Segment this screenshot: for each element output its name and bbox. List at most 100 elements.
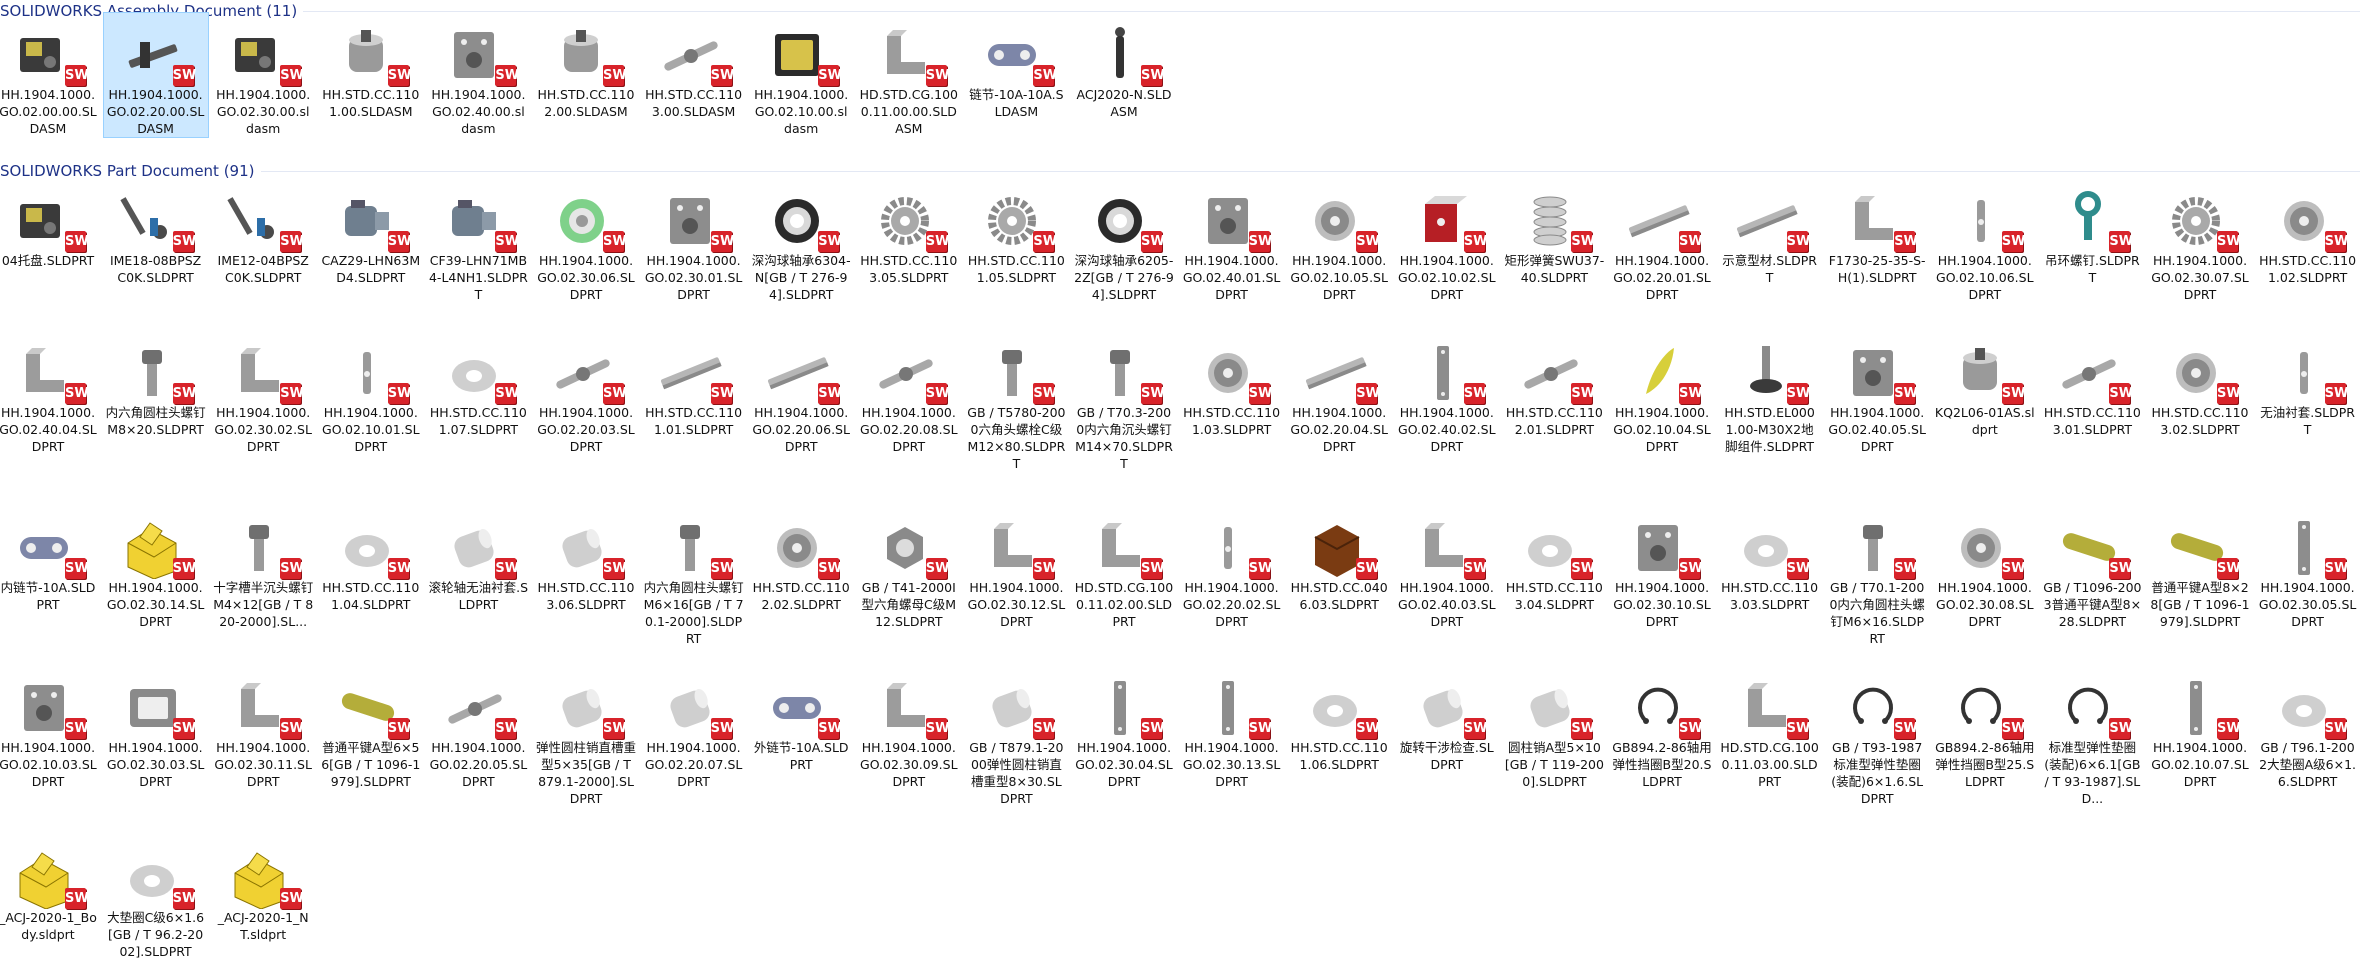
file-item[interactable]: SW 十字槽半沉头螺钉M4×12[GB / T 820-2000].SL... (210, 505, 316, 631)
file-item[interactable]: SW HD.STD.CG.1000.11.00.00.SLDASM (856, 12, 962, 138)
file-item[interactable]: SW HH.1904.1000.GO.02.10.01.SLDPRT (318, 330, 424, 456)
file-item[interactable]: SW 深沟球轴承6304-N[GB / T 276-94].SLDPRT (748, 178, 854, 304)
file-item[interactable]: SW 深沟球轴承6205-2Z[GB / T 276-94].SLDPRT (1071, 178, 1177, 304)
file-item[interactable]: SW GB / T879.1-2000弹性圆柱销直槽重型8×30.SLDPRT (963, 665, 1069, 808)
file-item[interactable]: SW HH.1904.1000.GO.02.40.01.SLDPRT (1179, 178, 1285, 304)
file-item[interactable]: SW HH.1904.1000.GO.02.20.04.SLDPRT (1286, 330, 1392, 456)
file-item[interactable]: SW GB / T1096-2003普通平键A型8×28.SLDPRT (2039, 505, 2145, 631)
file-item[interactable]: SW 内六角圆柱头螺钉M6×16[GB / T 70.1-2000].SLDPRT (641, 505, 747, 648)
file-item[interactable]: SW HH.1904.1000.GO.02.10.04.SLDPRT (1609, 330, 1715, 456)
file-item[interactable]: SW HH.STD.CC.1103.00.SLDASM (641, 12, 747, 121)
file-item[interactable]: SW HH.STD.CC.1101.01.SLDPRT (641, 330, 747, 439)
file-item[interactable]: SW 外链节-10A.SLDPRT (748, 665, 854, 774)
file-item[interactable]: SW GB / T41-2000I型六角螺母C级M12.SLDPRT (856, 505, 962, 631)
file-item[interactable]: SW HH.1904.1000.GO.02.30.11.SLDPRT (210, 665, 316, 791)
file-item[interactable]: SW HH.1904.1000.GO.02.30.13.SLDPRT (1179, 665, 1285, 791)
file-item[interactable]: SW HH.STD.CC.1101.02.SLDPRT (2255, 178, 2361, 287)
file-item[interactable]: SW 普通平键A型6×56[GB / T 1096-1979].SLDPRT (318, 665, 424, 791)
file-item[interactable]: SW 标准型弹性垫圈(装配)6×6.1[GB / T 93-1987].SLD..… (2039, 665, 2145, 808)
file-item[interactable]: SW 矩形弹簧SWU37-40.SLDPRT (1501, 178, 1607, 287)
file-item[interactable]: SW HH.STD.CC.0406.03.SLDPRT (1286, 505, 1392, 614)
file-item[interactable]: SW F1730-25-35-S-H(1).SLDPRT (1824, 178, 1930, 287)
file-item[interactable]: SW HH.STD.CC.1103.05.SLDPRT (856, 178, 962, 287)
file-item[interactable]: SW HH.1904.1000.GO.02.30.06.SLDPRT (533, 178, 639, 304)
file-item[interactable]: SW 圆柱销A型5×10[GB / T 119-2000].SLDPRT (1501, 665, 1607, 791)
file-item[interactable]: SW HH.1904.1000.GO.02.30.09.SLDPRT (856, 665, 962, 791)
file-item[interactable]: SW HH.1904.1000.GO.02.20.00.SLDASM (102, 12, 209, 138)
file-item[interactable]: SW HH.1904.1000.GO.02.40.04.SLDPRT (0, 330, 101, 456)
file-item[interactable]: SW HH.STD.CC.1101.04.SLDPRT (318, 505, 424, 614)
file-item[interactable]: SW HH.1904.1000.GO.02.30.14.SLDPRT (103, 505, 209, 631)
file-item[interactable]: SW HH.1904.1000.GO.02.20.01.SLDPRT (1609, 178, 1715, 304)
file-item[interactable]: SW HH.STD.CC.1103.06.SLDPRT (533, 505, 639, 614)
file-item[interactable]: SW 滚轮轴无油衬套.SLDPRT (425, 505, 531, 614)
file-item[interactable]: SW GB894.2-86轴用弹性挡圈B型20.SLDPRT (1609, 665, 1715, 791)
file-item[interactable]: SW HH.STD.CC.1101.00.SLDASM (318, 12, 424, 121)
file-item[interactable]: SW _ACJ-2020-1_Body.sldprt (0, 835, 101, 944)
file-item[interactable]: SW IME18-08BPSZC0K.SLDPRT (103, 178, 209, 287)
file-item[interactable]: SW HH.STD.CC.1101.06.SLDPRT (1286, 665, 1392, 774)
file-item[interactable]: SW HH.STD.CC.1101.07.SLDPRT (425, 330, 531, 439)
file-item[interactable]: SW HH.1904.1000.GO.02.40.02.SLDPRT (1394, 330, 1500, 456)
file-item[interactable]: SW HD.STD.CG.1000.11.03.00.SLDPRT (1717, 665, 1823, 791)
file-item[interactable]: SW HH.1904.1000.GO.02.30.03.SLDPRT (103, 665, 209, 791)
file-item[interactable]: SW 吊环螺钉.SLDPRT (2039, 178, 2145, 287)
file-item[interactable]: SW GB / T96.1-2002大垫圈A级6×1.6.SLDPRT (2255, 665, 2361, 791)
file-item[interactable]: SW CF39-LHN71MB4-L4NH1.SLDPRT (425, 178, 531, 304)
file-item[interactable]: SW HH.STD.CC.1103.04.SLDPRT (1501, 505, 1607, 614)
file-item[interactable]: SW ACJ2020-N.SLDASM (1071, 12, 1177, 121)
file-item[interactable]: SW 旋转干涉检查.SLDPRT (1394, 665, 1500, 774)
file-item[interactable]: SW HH.1904.1000.GO.02.10.07.SLDPRT (2147, 665, 2253, 791)
file-item[interactable]: SW HH.1904.1000.GO.02.20.06.SLDPRT (748, 330, 854, 456)
file-item[interactable]: SW 示意型材.SLDPRT (1717, 178, 1823, 287)
file-item[interactable]: SW HH.1904.1000.GO.02.40.00.sldasm (425, 12, 531, 138)
file-item[interactable]: SW HH.STD.CC.1103.03.SLDPRT (1717, 505, 1823, 614)
file-item[interactable]: SW GB894.2-86轴用弹性挡圈B型25.SLDPRT (1932, 665, 2038, 791)
file-item[interactable]: SW _ACJ-2020-1_NT.sldprt (210, 835, 316, 944)
file-item[interactable]: SW HH.1904.1000.GO.02.30.04.SLDPRT (1071, 665, 1177, 791)
file-item[interactable]: SW HH.1904.1000.GO.02.10.00.sldasm (748, 12, 854, 138)
file-item[interactable]: SW HH.1904.1000.GO.02.30.01.SLDPRT (641, 178, 747, 304)
file-item[interactable]: SW GB / T70.3-2000内六角沉头螺钉M14×70.SLDPRT (1071, 330, 1177, 473)
file-item[interactable]: SW HH.1904.1000.GO.02.40.05.SLDPRT (1824, 330, 1930, 456)
file-item[interactable]: SW HH.1904.1000.GO.02.30.10.SLDPRT (1609, 505, 1715, 631)
file-item[interactable]: SW HH.1904.1000.GO.02.30.02.SLDPRT (210, 330, 316, 456)
file-item[interactable]: SW HH.STD.CC.1102.01.SLDPRT (1501, 330, 1607, 439)
file-item[interactable]: SW HH.1904.1000.GO.02.10.02.SLDPRT (1394, 178, 1500, 304)
file-item[interactable]: SW 内六角圆柱头螺钉M8×20.SLDPRT (103, 330, 209, 439)
file-item[interactable]: SW HH.1904.1000.GO.02.20.08.SLDPRT (856, 330, 962, 456)
file-item[interactable]: SW HH.1904.1000.GO.02.30.12.SLDPRT (963, 505, 1069, 631)
file-item[interactable]: SW IME12-04BPSZC0K.SLDPRT (210, 178, 316, 287)
file-item[interactable]: SW 普通平键A型8×28[GB / T 1096-1979].SLDPRT (2147, 505, 2253, 631)
file-item[interactable]: SW GB / T93-1987标准型弹性垫圈(装配)6×1.6.SLDPRT (1824, 665, 1930, 808)
file-item[interactable]: SW CAZ29-LHN63MD4.SLDPRT (318, 178, 424, 287)
file-item[interactable]: SW HH.1904.1000.GO.02.20.05.SLDPRT (425, 665, 531, 791)
file-item[interactable]: SW 弹性圆柱销直槽重型5×35[GB / T 879.1-2000].SLDPR… (533, 665, 639, 808)
file-item[interactable]: SW 链节-10A-10A.SLDASM (963, 12, 1069, 121)
file-item[interactable]: SW 大垫圈C级6×1.6[GB / T 96.2-2002].SLDPRT (103, 835, 209, 961)
file-item[interactable]: SW 内链节-10A.SLDPRT (0, 505, 101, 614)
file-item[interactable]: SW HH.STD.CC.1102.02.SLDPRT (748, 505, 854, 614)
file-item[interactable]: SW HH.STD.CC.1103.02.SLDPRT (2147, 330, 2253, 439)
file-item[interactable]: SW GB / T70.1-2000内六角圆柱头螺钉M6×16.SLDPRT (1824, 505, 1930, 648)
file-item[interactable]: SW HH.1904.1000.GO.02.10.03.SLDPRT (0, 665, 101, 791)
file-item[interactable]: SW HH.STD.EL0001.00-M30X2地脚组件.SLDPRT (1717, 330, 1823, 456)
file-item[interactable]: SW HH.1904.1000.GO.02.20.02.SLDPRT (1179, 505, 1285, 631)
file-item[interactable]: SW HH.STD.CC.1102.00.SLDASM (533, 12, 639, 121)
file-item[interactable]: SW HH.STD.CC.1101.03.SLDPRT (1179, 330, 1285, 439)
file-item[interactable]: SW HH.1904.1000.GO.02.00.00.SLDASM (0, 12, 101, 138)
file-item[interactable]: SW HH.1904.1000.GO.02.20.03.SLDPRT (533, 330, 639, 456)
file-item[interactable]: SW HH.STD.CC.1101.05.SLDPRT (963, 178, 1069, 287)
file-item[interactable]: SW HH.1904.1000.GO.02.30.00.sldasm (210, 12, 316, 138)
file-item[interactable]: SW HH.1904.1000.GO.02.10.05.SLDPRT (1286, 178, 1392, 304)
file-item[interactable]: SW HH.1904.1000.GO.02.30.07.SLDPRT (2147, 178, 2253, 304)
file-item[interactable]: SW HH.1904.1000.GO.02.10.06.SLDPRT (1932, 178, 2038, 304)
file-item[interactable]: SW HD.STD.CG.1000.11.02.00.SLDPRT (1071, 505, 1177, 631)
file-item[interactable]: SW GB / T5780-2000六角头螺栓C级M12×80.SLDPRT (963, 330, 1069, 473)
file-item[interactable]: SW HH.1904.1000.GO.02.30.08.SLDPRT (1932, 505, 2038, 631)
file-item[interactable]: SW HH.STD.CC.1103.01.SLDPRT (2039, 330, 2145, 439)
file-item[interactable]: SW HH.1904.1000.GO.02.20.07.SLDPRT (641, 665, 747, 791)
file-item[interactable]: SW KQ2L06-01AS.sldprt (1932, 330, 2038, 439)
file-item[interactable]: SW HH.1904.1000.GO.02.30.05.SLDPRT (2255, 505, 2361, 631)
file-item[interactable]: SW 04托盘.SLDPRT (0, 178, 101, 270)
